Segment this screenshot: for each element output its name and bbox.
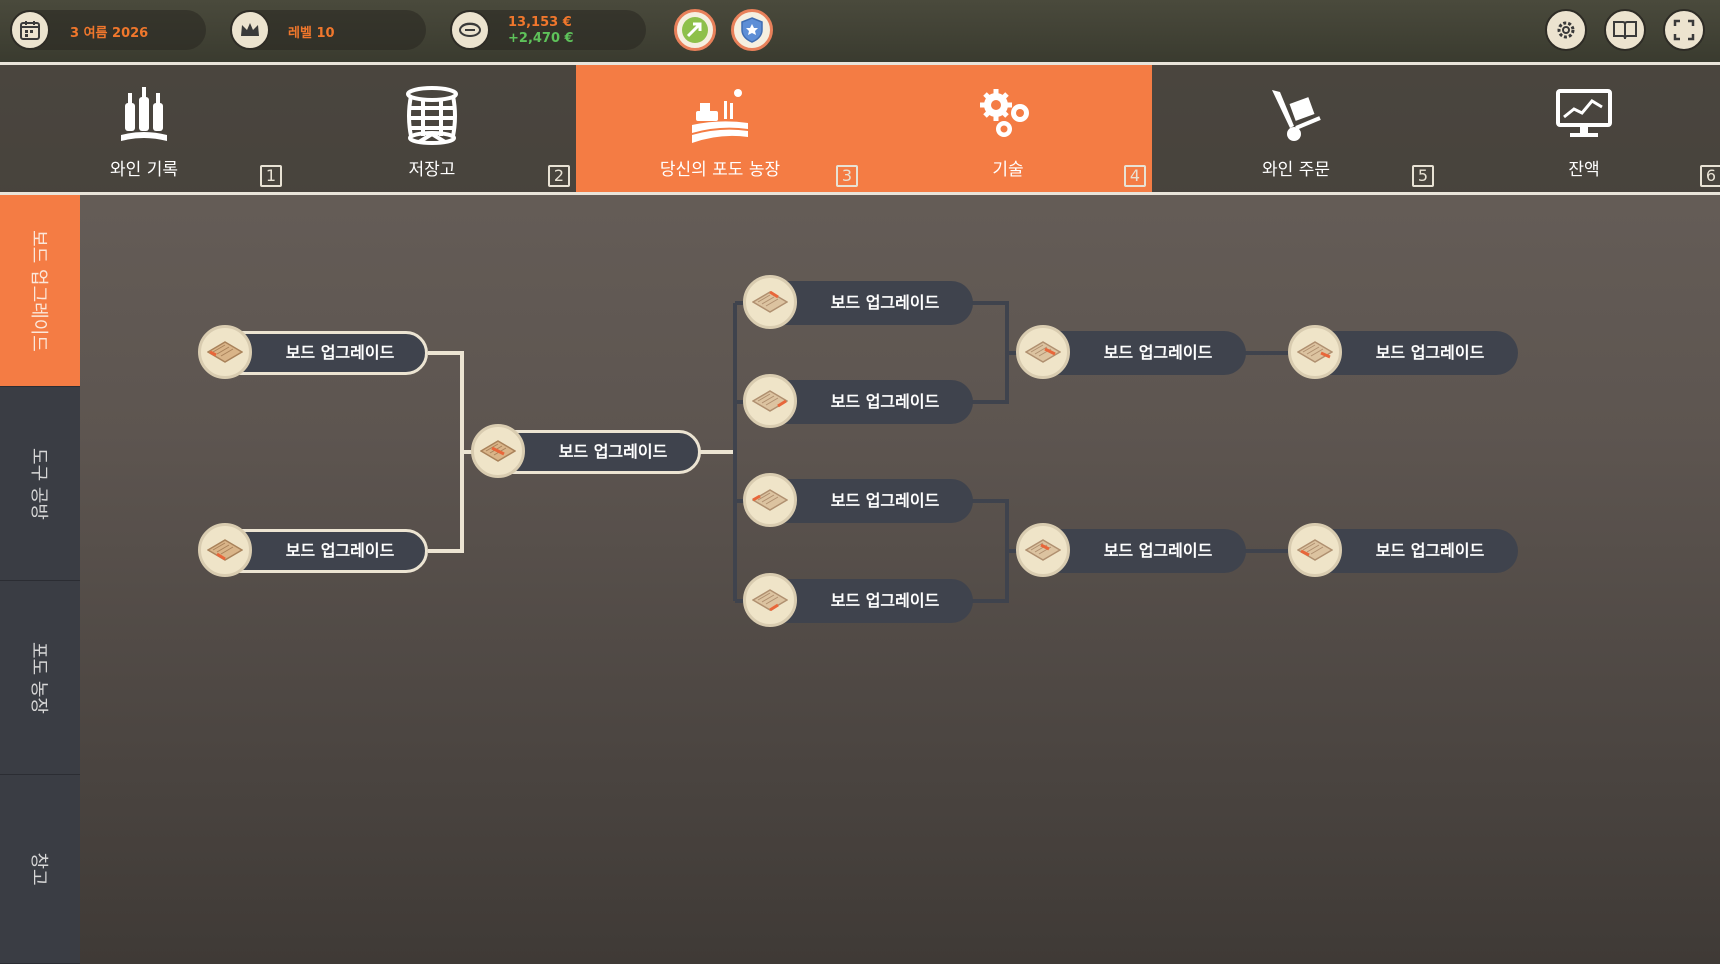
skill-node[interactable]: 보드 업그레이드 (743, 374, 973, 428)
skill-node-label: 보드 업그레이드 (285, 343, 395, 362)
board-upgrade-icon (198, 325, 252, 379)
skill-node[interactable]: 보드 업그레이드 (743, 573, 973, 627)
skill-node[interactable]: 보드 업그레이드 (1016, 523, 1246, 577)
skill-node-label: 보드 업그레이드 (830, 591, 940, 610)
board-upgrade-icon (471, 424, 525, 478)
skill-node[interactable]: 보드 업그레이드 (1016, 325, 1246, 379)
skill-node[interactable]: 보드 업그레이드 (198, 523, 428, 577)
board-upgrade-icon (743, 275, 797, 329)
board-upgrade-icon (1016, 523, 1070, 577)
skill-node[interactable]: 보드 업그레이드 (1288, 325, 1518, 379)
skill-node-label: 보드 업그레이드 (1103, 541, 1213, 560)
skill-node-label: 보드 업그레이드 (558, 442, 668, 461)
board-upgrade-icon (743, 473, 797, 527)
board-upgrade-icon (198, 523, 252, 577)
skill-node-label: 보드 업그레이드 (1103, 343, 1213, 362)
skill-node[interactable]: 보드 업그레이드 (743, 473, 973, 527)
board-upgrade-icon (1016, 325, 1070, 379)
skill-node-label: 보드 업그레이드 (285, 541, 395, 560)
skill-node[interactable]: 보드 업그레이드 (471, 424, 701, 478)
skill-node[interactable]: 보드 업그레이드 (743, 275, 973, 329)
skill-node-label: 보드 업그레이드 (830, 392, 940, 411)
board-upgrade-icon (743, 374, 797, 428)
board-upgrade-icon (743, 573, 797, 627)
board-upgrade-icon (1288, 325, 1342, 379)
skill-node[interactable]: 보드 업그레이드 (198, 325, 428, 379)
board-upgrade-icon (1288, 523, 1342, 577)
skill-node-label: 보드 업그레이드 (1375, 343, 1485, 362)
skill-node[interactable]: 보드 업그레이드 (1288, 523, 1518, 577)
skill-node-label: 보드 업그레이드 (830, 491, 940, 510)
skill-node-label: 보드 업그레이드 (1375, 541, 1485, 560)
skill-node-label: 보드 업그레이드 (830, 293, 940, 312)
